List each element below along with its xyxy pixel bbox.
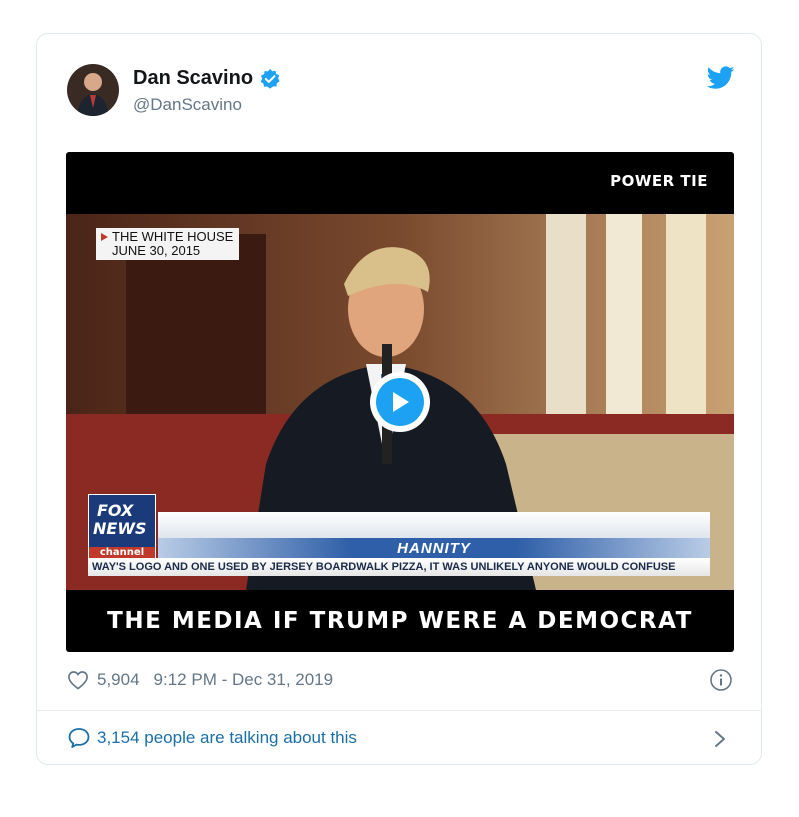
network-logo-line1: FOX xyxy=(97,501,134,520)
network-logo: FOX NEWS channel xyxy=(88,494,156,560)
comment-icon xyxy=(68,728,90,748)
conversation-link-text[interactable]: 3,154 people are talking about this xyxy=(97,728,357,748)
brand-watermark: POWER TIE xyxy=(610,172,708,190)
play-button[interactable] xyxy=(370,372,430,432)
chevron-right-icon[interactable] xyxy=(713,729,727,749)
video-subtitle: THE MEDIA IF TRUMP WERE A DEMOCRAT xyxy=(107,608,693,634)
news-ticker: WAY'S LOGO AND ONE USED BY JERSEY BOARDW… xyxy=(88,558,710,576)
news-lower-third: FOX NEWS channel HANNITY WAY'S LOGO AND … xyxy=(88,494,710,582)
tweet-meta: 5,904 9:12 PM - Dec 31, 2019 xyxy=(67,670,333,690)
lower-third-headline-bar xyxy=(158,512,710,538)
conversation-link[interactable]: 3,154 people are talking about this xyxy=(67,727,357,749)
video-player[interactable]: POWER TIE THE WHITE HOUSE JUNE 30, 2015 … xyxy=(66,152,734,652)
info-icon[interactable] xyxy=(709,668,733,692)
video-frame[interactable]: THE WHITE HOUSE JUNE 30, 2015 FOX NEWS c… xyxy=(66,214,734,590)
location-caption: THE WHITE HOUSE JUNE 30, 2015 xyxy=(96,228,240,260)
location-caption-line1: THE WHITE HOUSE xyxy=(112,229,234,244)
tweet-timestamp[interactable]: 9:12 PM - Dec 31, 2019 xyxy=(154,670,334,690)
play-icon xyxy=(393,392,409,412)
verified-badge-icon xyxy=(260,68,280,89)
twitter-bird-icon[interactable] xyxy=(707,66,735,90)
divider xyxy=(37,710,761,711)
author-name-text[interactable]: Dan Scavino xyxy=(133,67,253,90)
tweet-card: Dan Scavino @DanScavino POWER TIE THE WH… xyxy=(36,33,762,765)
author-name[interactable]: Dan Scavino xyxy=(133,67,281,90)
heart-icon[interactable] xyxy=(67,670,89,690)
play-icon-circle[interactable] xyxy=(376,378,424,426)
author-handle[interactable]: @DanScavino xyxy=(133,95,242,115)
network-logo-line2: NEWS xyxy=(93,519,147,538)
avatar[interactable] xyxy=(67,64,119,116)
location-caption-line2: JUNE 30, 2015 xyxy=(112,243,201,258)
like-count[interactable]: 5,904 xyxy=(97,670,140,690)
show-name: HANNITY xyxy=(397,539,471,557)
lower-third-show-bar: HANNITY xyxy=(158,538,710,558)
